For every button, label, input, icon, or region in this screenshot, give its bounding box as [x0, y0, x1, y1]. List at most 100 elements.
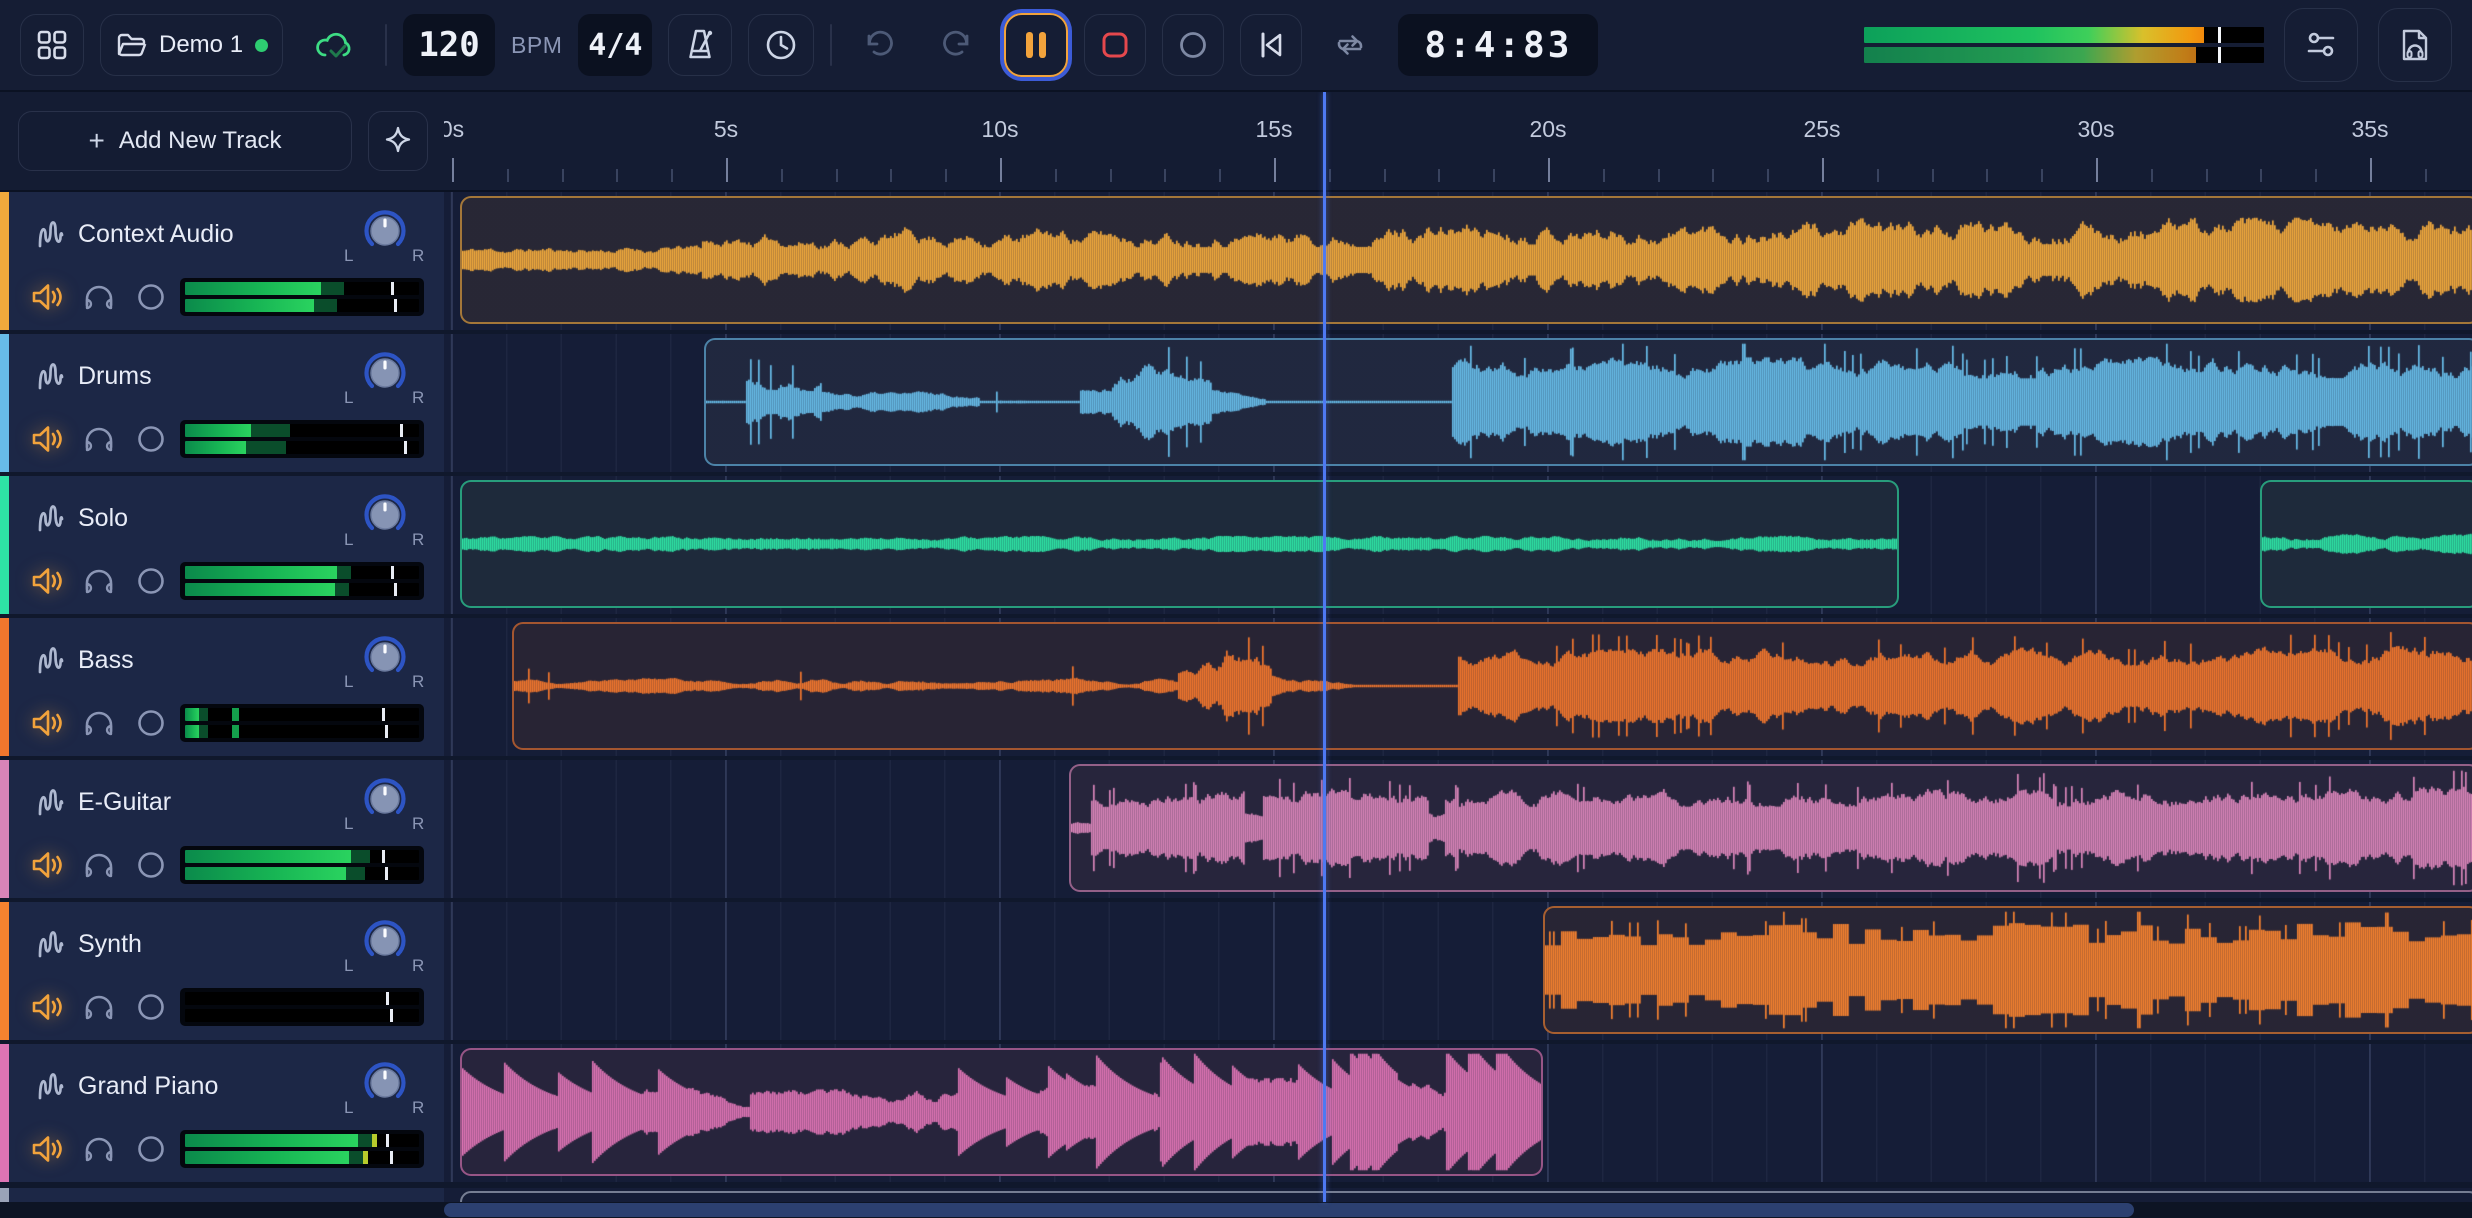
metronome-button[interactable] [668, 14, 732, 76]
track-name: Drums [78, 362, 152, 391]
mute-button[interactable] [28, 988, 66, 1026]
track-level-meter [180, 704, 424, 742]
track-lane[interactable] [444, 334, 2472, 472]
track-header[interactable]: Bass L R [0, 618, 444, 756]
plus-icon: + [88, 127, 104, 155]
pan-knob[interactable] [360, 206, 410, 256]
audio-clip[interactable] [460, 1191, 2472, 1202]
meter-left-bar [185, 566, 419, 579]
horizontal-scrollbar[interactable] [0, 1202, 2472, 1218]
pan-knob[interactable] [360, 348, 410, 398]
track-header[interactable]: Context Audio L R [0, 192, 444, 330]
record-arm-button[interactable] [132, 704, 170, 742]
track-lane[interactable] [444, 760, 2472, 898]
mute-button[interactable] [28, 420, 66, 458]
bpm-label: BPM [511, 32, 562, 59]
record-button[interactable] [1162, 14, 1224, 76]
record-arm-icon [135, 565, 167, 597]
ai-assistant-button[interactable] [368, 111, 428, 171]
count-in-button[interactable] [748, 14, 814, 76]
audio-clip[interactable] [1543, 906, 2472, 1034]
record-arm-button[interactable] [132, 278, 170, 316]
stop-button[interactable] [1084, 14, 1146, 76]
mute-button[interactable] [28, 1130, 66, 1168]
track-lane[interactable] [444, 1044, 2472, 1182]
track-lane[interactable] [444, 192, 2472, 330]
ruler-time-label: 10s [981, 116, 1018, 143]
track-lane [444, 1188, 2472, 1202]
apps-grid-button[interactable] [20, 14, 84, 76]
meter-peak [2218, 27, 2221, 43]
ruler-minor-tick [507, 169, 509, 182]
track-header[interactable]: Synth L R [0, 902, 444, 1040]
mute-button[interactable] [28, 704, 66, 742]
record-arm-button[interactable] [132, 846, 170, 884]
solo-button[interactable] [80, 278, 118, 316]
scrollbar-thumb[interactable] [444, 1203, 2134, 1217]
record-arm-button[interactable] [132, 562, 170, 600]
mute-button[interactable] [28, 278, 66, 316]
solo-button[interactable] [80, 562, 118, 600]
add-new-track-button[interactable]: + Add New Track [18, 111, 352, 171]
export-audio-button[interactable] [2378, 8, 2452, 82]
add-new-track-label: Add New Track [119, 127, 282, 155]
track-header[interactable]: Drums L R [0, 334, 444, 472]
audio-clip[interactable] [2260, 480, 2472, 608]
pan-knob[interactable] [360, 774, 410, 824]
ruler-minor-tick [1877, 169, 1879, 182]
audio-clip[interactable] [704, 338, 2472, 466]
timeline-ruler[interactable]: 0s5s10s15s20s25s30s35s [444, 92, 2472, 190]
pan-knob[interactable] [360, 916, 410, 966]
meter-left-bar [185, 282, 419, 295]
pause-button[interactable] [1004, 13, 1068, 77]
ruler-major-tick [1822, 158, 1824, 182]
ruler-major-tick [1274, 158, 1276, 182]
cloud-sync-button[interactable] [299, 14, 369, 76]
meter-left-bar [185, 424, 419, 437]
undo-button[interactable] [848, 14, 910, 76]
record-arm-button[interactable] [132, 420, 170, 458]
mute-button[interactable] [28, 846, 66, 884]
solo-button[interactable] [80, 988, 118, 1026]
mixer-settings-button[interactable] [2284, 8, 2358, 82]
pan-knob[interactable] [360, 1058, 410, 1108]
pan-knob[interactable] [360, 632, 410, 682]
grid-icon [35, 28, 69, 62]
project-menu-button[interactable]: Demo 1 [100, 14, 283, 76]
pan-knob[interactable] [360, 490, 410, 540]
time-signature-field[interactable]: 4/4 [578, 14, 652, 76]
ruler-time-label: 35s [2351, 116, 2388, 143]
track-level-meter [180, 1130, 424, 1168]
pan-left-label: L [344, 814, 353, 834]
track-lane[interactable] [444, 618, 2472, 756]
bpm-value-field[interactable]: 120 [403, 14, 495, 76]
audio-clip[interactable] [460, 1048, 1542, 1176]
audio-clip[interactable] [460, 196, 2472, 324]
solo-button[interactable] [80, 420, 118, 458]
redo-button[interactable] [926, 14, 988, 76]
time-display[interactable]: 8:4:83 [1398, 14, 1598, 76]
loop-icon [1332, 30, 1368, 60]
ruler-minor-tick [1219, 169, 1221, 182]
track-lane[interactable] [444, 902, 2472, 1040]
undo-icon [862, 30, 896, 60]
cloud-check-icon [313, 27, 355, 63]
audio-clip[interactable] [512, 622, 2472, 750]
track-header[interactable]: Grand Piano L R [0, 1044, 444, 1182]
solo-button[interactable] [80, 704, 118, 742]
audio-clip[interactable] [1069, 764, 2472, 892]
track-header[interactable]: E-Guitar L R [0, 760, 444, 898]
solo-button[interactable] [80, 1130, 118, 1168]
playhead[interactable] [1323, 92, 1326, 1202]
project-name: Demo 1 [159, 31, 243, 59]
mute-button[interactable] [28, 562, 66, 600]
record-arm-button[interactable] [132, 1130, 170, 1168]
audio-clip[interactable] [460, 480, 1899, 608]
solo-button[interactable] [80, 846, 118, 884]
go-to-start-button[interactable] [1240, 14, 1302, 76]
track-lane[interactable] [444, 476, 2472, 614]
track-header[interactable]: Solo L R [0, 476, 444, 614]
loop-button[interactable] [1318, 14, 1382, 76]
record-arm-button[interactable] [132, 988, 170, 1026]
project-status-dot [255, 39, 268, 52]
